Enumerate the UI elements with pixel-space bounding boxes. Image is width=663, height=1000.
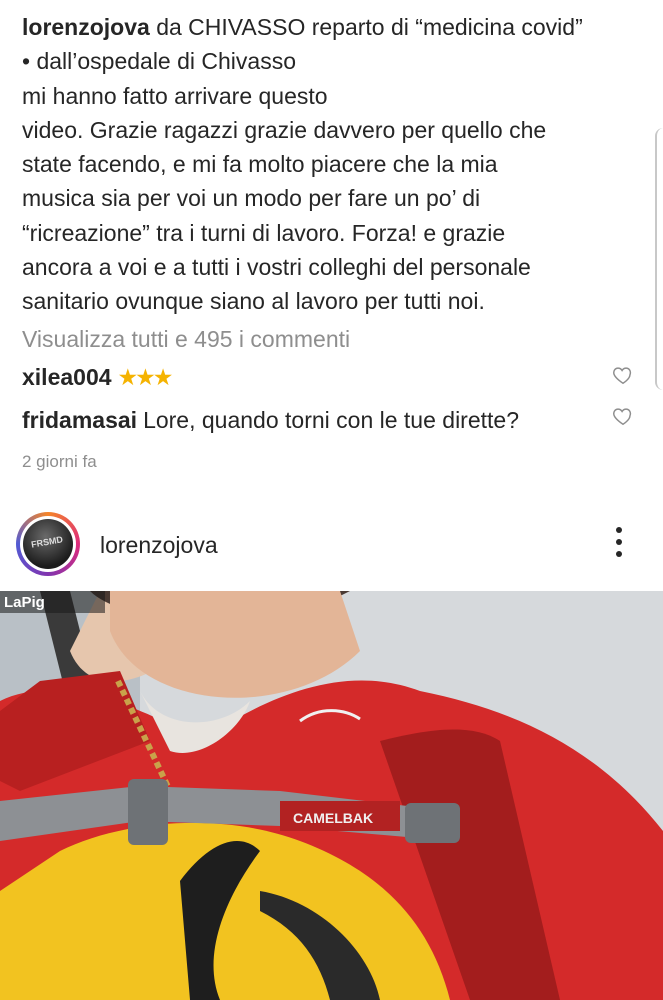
backpack-brand-text: CAMELBAK (293, 810, 373, 826)
comment-row: fridamasai Lore, quando torni con le tue… (22, 407, 519, 434)
comment-username[interactable]: fridamasai (22, 407, 137, 434)
avatar-logo-text: FRSMD (30, 534, 64, 550)
scrollbar[interactable] (655, 128, 663, 390)
more-vertical-icon[interactable] (612, 527, 626, 565)
story-ring[interactable]: FRSMD (16, 512, 80, 576)
watermark-text: LaPig (4, 594, 45, 611)
comment-text: ★★★ (117, 364, 174, 390)
post-caption: lorenzojova da CHIVASSO reparto di “medi… (22, 10, 642, 319)
post-username[interactable]: lorenzojova (100, 532, 218, 559)
caption-username[interactable]: lorenzojova (22, 14, 150, 40)
heart-outline-icon[interactable] (612, 364, 634, 386)
comment-text: Lore, quando torni con le tue dirette? (143, 407, 519, 433)
post-video[interactable]: CAMELBAK LaPig (0, 591, 663, 1000)
video-frame-image: CAMELBAK LaPig (0, 591, 663, 1000)
post-timestamp: 2 giorni fa (22, 452, 97, 471)
comment-username[interactable]: xilea004 (22, 364, 112, 391)
heart-outline-icon[interactable] (612, 405, 634, 427)
avatar-image: FRSMD (23, 519, 73, 569)
caption-text: da CHIVASSO reparto di “medicina covid” … (22, 14, 583, 315)
avatar: FRSMD (20, 516, 76, 572)
view-all-comments-link[interactable]: Visualizza tutti e 495 i commenti (22, 326, 350, 353)
comment-row: xilea004 ★★★ (22, 364, 174, 391)
post-header: FRSMD lorenzojova (0, 505, 663, 583)
